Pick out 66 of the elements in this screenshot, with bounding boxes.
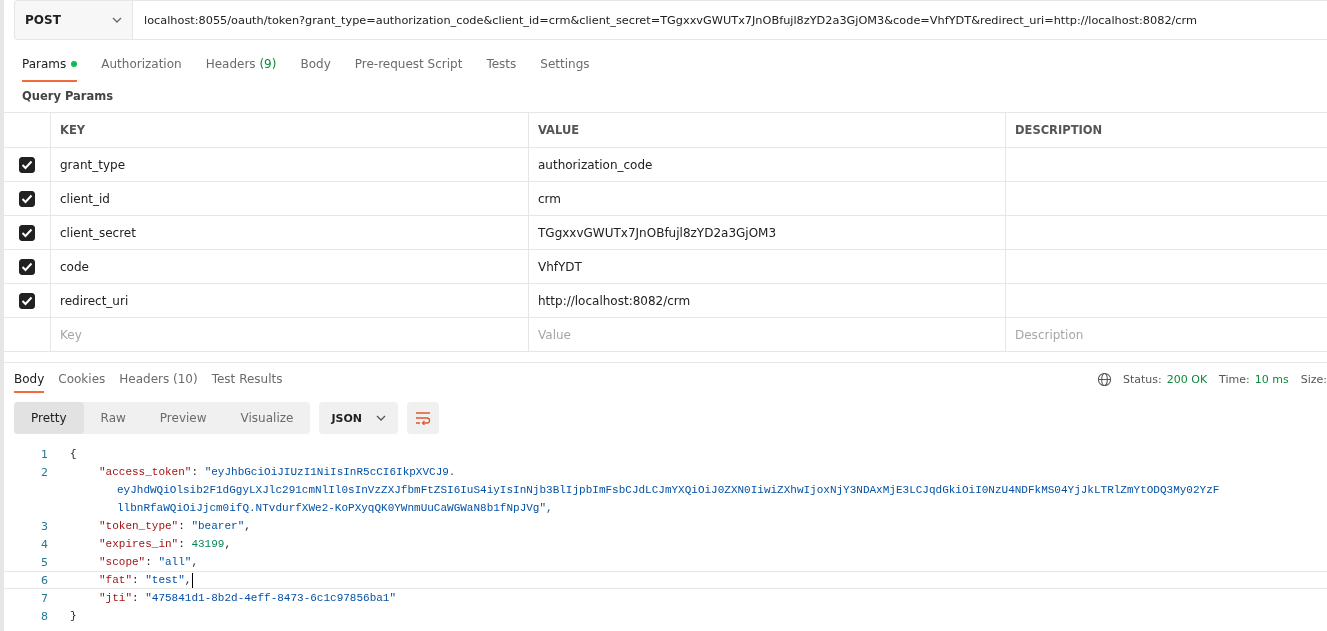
line-number: 1 bbox=[40, 447, 49, 461]
status-label: Status: bbox=[1122, 373, 1162, 386]
table-cell: TGgxxvGWUTx7JnOBfujl8zYD2a3GjOM3 bbox=[529, 216, 1006, 249]
table-cell: http://localhost:8082/crm bbox=[529, 284, 1006, 317]
section-title: Query Params bbox=[21, 88, 115, 105]
wrap-lines-button[interactable] bbox=[407, 402, 439, 434]
response-tab[interactable]: Headers (10) bbox=[119, 372, 198, 393]
request-tab[interactable]: Body bbox=[300, 57, 331, 82]
code-line: "expires_in": 43199, bbox=[98, 538, 232, 550]
code-line: eyJhdWQiOlsib2F1dGgyLXJlc291cmNlIl0sInVzZXJfbmFtZSI6IuS4iyIsInNjb3BlIjpbImFsbCJdLCJmYXQiOiJ0ZXN0IiwiZXhwIjoxNjY3NDAxMjE3LCJqdGkiOiI0NzU4NDFkMS04YjJkLTRlZmYtODQ3My02YzF bbox=[116, 484, 1220, 496]
view-mode-button[interactable]: Visualize bbox=[223, 402, 311, 434]
line-number: 8 bbox=[40, 609, 49, 623]
checkbox[interactable] bbox=[19, 258, 35, 275]
code-line: "jti": "475841d1-8b2d-4eff-8473-6c1c97856ba1" bbox=[98, 592, 397, 604]
globe-icon[interactable] bbox=[1096, 372, 1112, 387]
response-tab[interactable]: Body bbox=[14, 372, 45, 393]
chevron-icon bbox=[376, 415, 386, 421]
line-number: 5 bbox=[40, 555, 49, 569]
response-tab[interactable]: Test Results bbox=[211, 372, 283, 393]
request-tab[interactable]: Tests bbox=[486, 57, 517, 82]
request-tab[interactable]: Authorization bbox=[101, 57, 182, 82]
value-input[interactable]: Value bbox=[529, 318, 1006, 351]
table-cell: crm bbox=[529, 182, 1006, 215]
description-input[interactable]: Description bbox=[1006, 318, 1327, 351]
table-cell: VhfYDT bbox=[529, 250, 1006, 283]
table-cell: redirect_uri bbox=[51, 284, 529, 317]
wrap-icon bbox=[415, 411, 431, 425]
code-line: "fat": "test", bbox=[98, 574, 192, 586]
table-cell: code bbox=[51, 250, 529, 283]
format-dropdown[interactable]: JSON bbox=[319, 402, 398, 434]
size-label: Size: bbox=[1300, 373, 1327, 386]
line-number: 2 bbox=[40, 465, 49, 479]
view-mode-button[interactable]: Preview bbox=[142, 402, 224, 434]
code-line: } bbox=[70, 610, 77, 622]
checkbox[interactable] bbox=[19, 224, 35, 241]
code-line: "scope": "all", bbox=[98, 556, 199, 568]
view-mode-button[interactable]: Raw bbox=[83, 402, 143, 434]
time-label: Time: bbox=[1219, 373, 1250, 386]
code-line: "token_type": "bearer", bbox=[98, 520, 251, 532]
line-number: 7 bbox=[40, 591, 49, 605]
request-tab[interactable]: Pre-request Script bbox=[354, 57, 463, 82]
code-line: { bbox=[70, 448, 77, 460]
table-cell: authorization_code bbox=[529, 148, 1006, 181]
table-cell: client_id bbox=[51, 182, 529, 215]
column-header: DESCRIPTION bbox=[1014, 122, 1104, 139]
line-number: 3 bbox=[40, 519, 49, 533]
time-value: 10 ms bbox=[1254, 373, 1289, 386]
checkbox[interactable] bbox=[19, 190, 35, 207]
request-tab[interactable]: Settings bbox=[540, 57, 590, 82]
table-cell: grant_type bbox=[51, 148, 529, 181]
code-line: llbnRfaWQiOiJjcm0ifQ.NTvdurfXWe2-KoPXyqQK0YWnmUuCaWGWaN8b1fNpJVg", bbox=[116, 502, 553, 514]
table-cell: client_secret bbox=[51, 216, 529, 249]
request-tab[interactable]: Headers (9) bbox=[205, 57, 277, 82]
line-number: 4 bbox=[40, 537, 49, 551]
key-input[interactable]: Key bbox=[51, 318, 529, 351]
column-header: VALUE bbox=[529, 113, 1006, 147]
view-mode-button[interactable]: Pretty bbox=[14, 402, 84, 434]
request-tab[interactable]: Params bbox=[22, 57, 78, 82]
response-tab[interactable]: Cookies bbox=[58, 372, 106, 393]
line-number: 6 bbox=[40, 573, 49, 587]
tab-count: (9) bbox=[259, 57, 277, 71]
checkbox[interactable] bbox=[19, 156, 35, 173]
checkbox[interactable] bbox=[19, 292, 35, 309]
column-header: KEY bbox=[51, 113, 529, 147]
status-value: 200 OK bbox=[1166, 373, 1208, 386]
code-line: "access_token": "eyJhbGciOiJIUzI1NiIsInR5cCI6IkpXVCJ9. bbox=[98, 466, 456, 478]
